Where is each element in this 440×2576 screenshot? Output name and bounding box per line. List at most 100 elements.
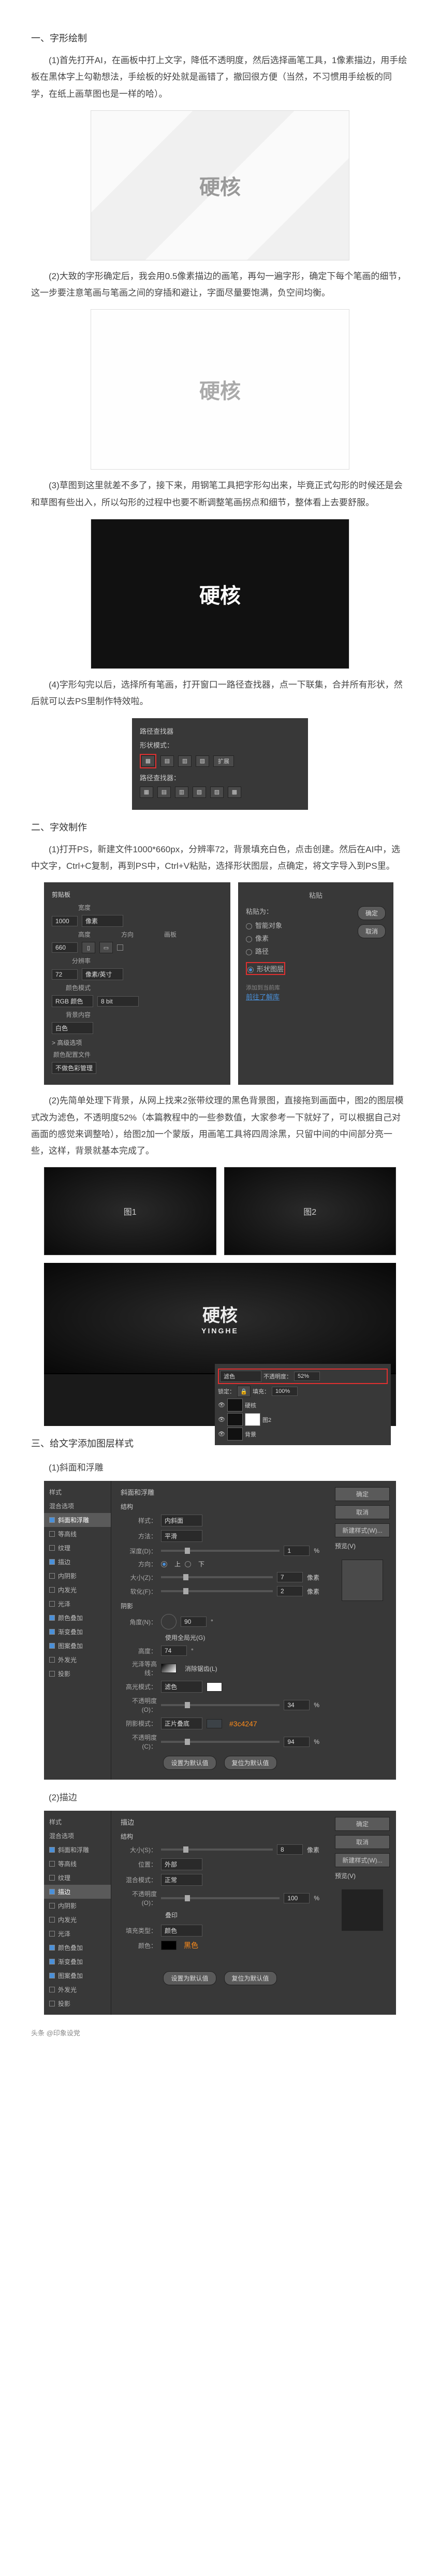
bit-select[interactable]: 8 bit: [97, 996, 139, 1007]
layer-name[interactable]: 背景: [245, 1430, 256, 1438]
fx-item[interactable]: 光泽: [44, 1597, 111, 1611]
minus-front-icon[interactable]: ▤: [160, 755, 174, 767]
dir-up-radio[interactable]: [161, 1561, 167, 1567]
lock-icon[interactable]: 🔒: [237, 1386, 251, 1397]
stroke-op-slider[interactable]: [161, 1897, 280, 1899]
size-slider[interactable]: [161, 1576, 273, 1578]
blend-mode-select[interactable]: 滤色: [220, 1371, 261, 1382]
reset-default-button[interactable]: 复位为默认值: [224, 1756, 277, 1770]
contour-picker[interactable]: [161, 1664, 177, 1673]
library-link[interactable]: 前往了解库: [246, 993, 280, 1001]
fx-item[interactable]: 描边: [44, 1555, 111, 1569]
depth-input[interactable]: 1: [284, 1546, 310, 1556]
cancel-button[interactable]: 取消: [335, 1835, 390, 1849]
method-select[interactable]: 平滑: [161, 1530, 202, 1542]
profile-select[interactable]: 不做色彩管理: [52, 1062, 96, 1074]
stroke-size-input[interactable]: 8: [277, 1844, 303, 1855]
exclude-icon[interactable]: ▨: [196, 755, 209, 767]
fx-item[interactable]: 渐变叠加: [44, 1955, 111, 1969]
fx-item[interactable]: 图案叠加: [44, 1639, 111, 1653]
cancel-button[interactable]: 取消: [335, 1505, 390, 1519]
shadow-mode[interactable]: 正片叠底: [161, 1718, 202, 1729]
artboard-check[interactable]: [117, 944, 123, 951]
ok-button[interactable]: 确定: [335, 1487, 390, 1501]
eye-icon[interactable]: 👁: [218, 1431, 225, 1437]
opacity-input[interactable]: 52%: [294, 1372, 320, 1381]
highlight-mode[interactable]: 滤色: [161, 1681, 202, 1693]
fx-item[interactable]: 混合选项: [44, 1829, 111, 1843]
res-unit-select[interactable]: 像素/英寸: [82, 968, 123, 980]
height-input[interactable]: 660: [52, 942, 78, 953]
paste-smart-radio[interactable]: [246, 923, 252, 929]
merge-icon[interactable]: ▥: [175, 787, 188, 798]
alt-input[interactable]: 74: [161, 1646, 187, 1656]
depth-slider[interactable]: [161, 1550, 280, 1552]
mode-select[interactable]: RGB 颜色: [52, 995, 93, 1007]
fx-item[interactable]: 斜面和浮雕: [44, 1843, 111, 1857]
paste-shape-radio[interactable]: [247, 967, 254, 973]
layer-name[interactable]: 硬核: [245, 1401, 256, 1409]
trim-icon[interactable]: ▤: [157, 787, 171, 798]
intersect-icon[interactable]: ▥: [178, 755, 192, 767]
dir-down-radio[interactable]: [185, 1561, 191, 1567]
paste-pixel-radio[interactable]: [246, 936, 252, 942]
fx-item[interactable]: 光泽: [44, 1927, 111, 1941]
set-default-button[interactable]: 设置为默认值: [163, 1756, 216, 1770]
fx-item[interactable]: 外发光: [44, 1653, 111, 1667]
fx-item[interactable]: 投影: [44, 1997, 111, 2011]
fx-item[interactable]: 投影: [44, 1667, 111, 1681]
fx-item-stroke[interactable]: 描边: [44, 1885, 111, 1899]
eye-icon[interactable]: 👁: [218, 1416, 225, 1423]
paste-path-radio[interactable]: [246, 949, 252, 955]
fx-item[interactable]: 颜色叠加: [44, 1941, 111, 1955]
stroke-blend-select[interactable]: 正常: [161, 1874, 202, 1886]
fx-item[interactable]: 颜色叠加: [44, 1611, 111, 1625]
fx-item[interactable]: 等高线: [44, 1857, 111, 1871]
fx-item[interactable]: 内发光: [44, 1913, 111, 1927]
fx-item[interactable]: 纹理: [44, 1541, 111, 1555]
soft-slider[interactable]: [161, 1590, 273, 1592]
eye-icon[interactable]: 👁: [218, 1402, 225, 1408]
advanced-toggle[interactable]: > 高级选项: [52, 1038, 223, 1047]
fx-item[interactable]: 样式: [44, 1485, 111, 1499]
fx-item[interactable]: 渐变叠加: [44, 1625, 111, 1639]
fill-type-select[interactable]: 颜色: [161, 1925, 202, 1937]
unite-icon[interactable]: ▦: [141, 755, 155, 767]
highlight-color[interactable]: [207, 1682, 222, 1692]
landscape-icon[interactable]: ▭: [99, 942, 113, 953]
stroke-size-slider[interactable]: [161, 1849, 273, 1851]
portrait-icon[interactable]: ▯: [82, 942, 95, 953]
fx-item[interactable]: 等高线: [44, 1527, 111, 1541]
stroke-pos-select[interactable]: 外部: [161, 1858, 202, 1870]
divide-icon[interactable]: ▦: [140, 787, 153, 798]
fx-item[interactable]: 内发光: [44, 1583, 111, 1597]
angle-dial[interactable]: [161, 1614, 177, 1629]
ok-button[interactable]: 确定: [335, 1817, 390, 1831]
fill-input[interactable]: 100%: [272, 1387, 298, 1396]
so-slider[interactable]: [161, 1741, 280, 1743]
fx-item[interactable]: 外发光: [44, 1983, 111, 1997]
paste-ok-button[interactable]: 确定: [358, 906, 386, 920]
crop-icon[interactable]: ▧: [193, 787, 206, 798]
fx-item[interactable]: 混合选项: [44, 1499, 111, 1513]
new-style-button[interactable]: 新建样式(W)...: [335, 1853, 390, 1867]
reset-default-button[interactable]: 复位为默认值: [224, 1971, 277, 1985]
fx-item[interactable]: 图案叠加: [44, 1969, 111, 1983]
set-default-button[interactable]: 设置为默认值: [163, 1971, 216, 1985]
new-style-button[interactable]: 新建样式(W)...: [335, 1523, 390, 1537]
outline-icon[interactable]: ▨: [210, 787, 224, 798]
fx-item[interactable]: 内阴影: [44, 1899, 111, 1913]
size-input[interactable]: 7: [277, 1572, 303, 1582]
minus-back-icon[interactable]: ▩: [228, 787, 241, 798]
paste-cancel-button[interactable]: 取消: [358, 924, 386, 938]
res-input[interactable]: 72: [52, 969, 78, 980]
width-input[interactable]: 1000: [52, 916, 78, 926]
unit-select[interactable]: 像素: [82, 915, 123, 927]
shadow-color[interactable]: [207, 1719, 222, 1728]
fx-item-bevel[interactable]: 斜面和浮雕: [44, 1513, 111, 1527]
stroke-color[interactable]: [161, 1941, 177, 1950]
soft-input[interactable]: 2: [277, 1586, 303, 1596]
layer-name[interactable]: 图2: [262, 1416, 271, 1424]
fx-item[interactable]: 样式: [44, 1815, 111, 1829]
fx-item[interactable]: 纹理: [44, 1871, 111, 1885]
